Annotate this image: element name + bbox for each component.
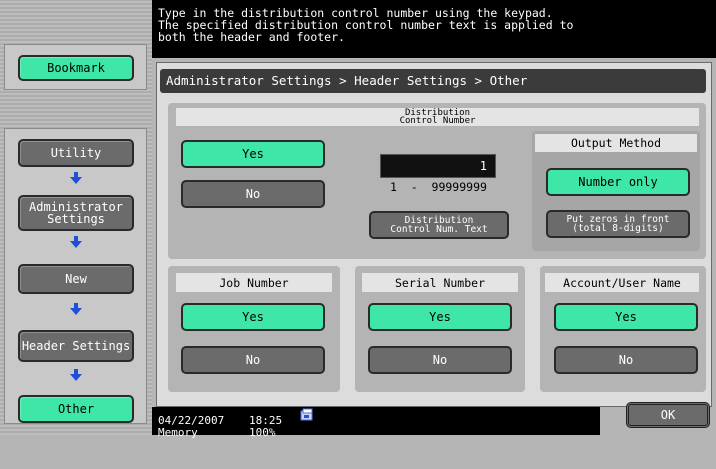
serial-number-no-button[interactable]: No — [368, 346, 512, 374]
status-memory-label: Memory — [158, 426, 198, 439]
output-zeros-button[interactable]: Put zeros in front (total 8-digits) — [546, 210, 690, 238]
status-date: 04/22/2007 — [158, 414, 225, 427]
nav-new-button[interactable]: New — [18, 264, 134, 294]
account-user-title: Account/User Name — [545, 273, 699, 292]
distribution-number-field[interactable]: 1 — [380, 154, 496, 178]
distribution-text-button[interactable]: Distribution Control Num. Text — [369, 211, 509, 239]
distribution-no-button[interactable]: No — [181, 180, 325, 208]
account-user-no-button[interactable]: No — [554, 346, 698, 374]
job-number-title: Job Number — [176, 273, 332, 292]
job-number-no-button[interactable]: No — [181, 346, 325, 374]
breadcrumb: Administrator Settings > Header Settings… — [160, 69, 706, 93]
distribution-yes-button[interactable]: Yes — [181, 140, 325, 168]
distribution-control-title: Distribution Control Number — [176, 108, 699, 126]
serial-number-yes-button[interactable]: Yes — [368, 303, 512, 331]
bookmark-button[interactable]: Bookmark — [18, 55, 134, 81]
instruction-message: Type in the distribution control number … — [152, 0, 716, 58]
output-method-title: Output Method — [535, 134, 697, 152]
output-number-only-button[interactable]: Number only — [546, 168, 690, 196]
nav-administrator-settings-button[interactable]: Administrator Settings — [18, 195, 134, 231]
status-memory-value: 100% — [249, 426, 276, 439]
arrow-down-icon — [70, 236, 82, 248]
distribution-range-text: 1 - 99999999 — [390, 180, 487, 194]
account-user-yes-button[interactable]: Yes — [554, 303, 698, 331]
serial-number-title: Serial Number — [362, 273, 518, 292]
nav-utility-button[interactable]: Utility — [18, 139, 134, 167]
arrow-down-icon — [70, 303, 82, 315]
arrow-down-icon — [70, 369, 82, 381]
nav-other-button[interactable]: Other — [18, 395, 134, 423]
job-number-yes-button[interactable]: Yes — [181, 303, 325, 331]
memory-status-icon — [300, 408, 313, 421]
arrow-down-icon — [70, 172, 82, 184]
nav-header-settings-button[interactable]: Header Settings — [18, 330, 134, 362]
status-bar: 04/22/2007 18:25 Memory 100% — [152, 407, 600, 439]
ok-button[interactable]: OK — [626, 402, 710, 428]
status-time: 18:25 — [249, 414, 283, 427]
